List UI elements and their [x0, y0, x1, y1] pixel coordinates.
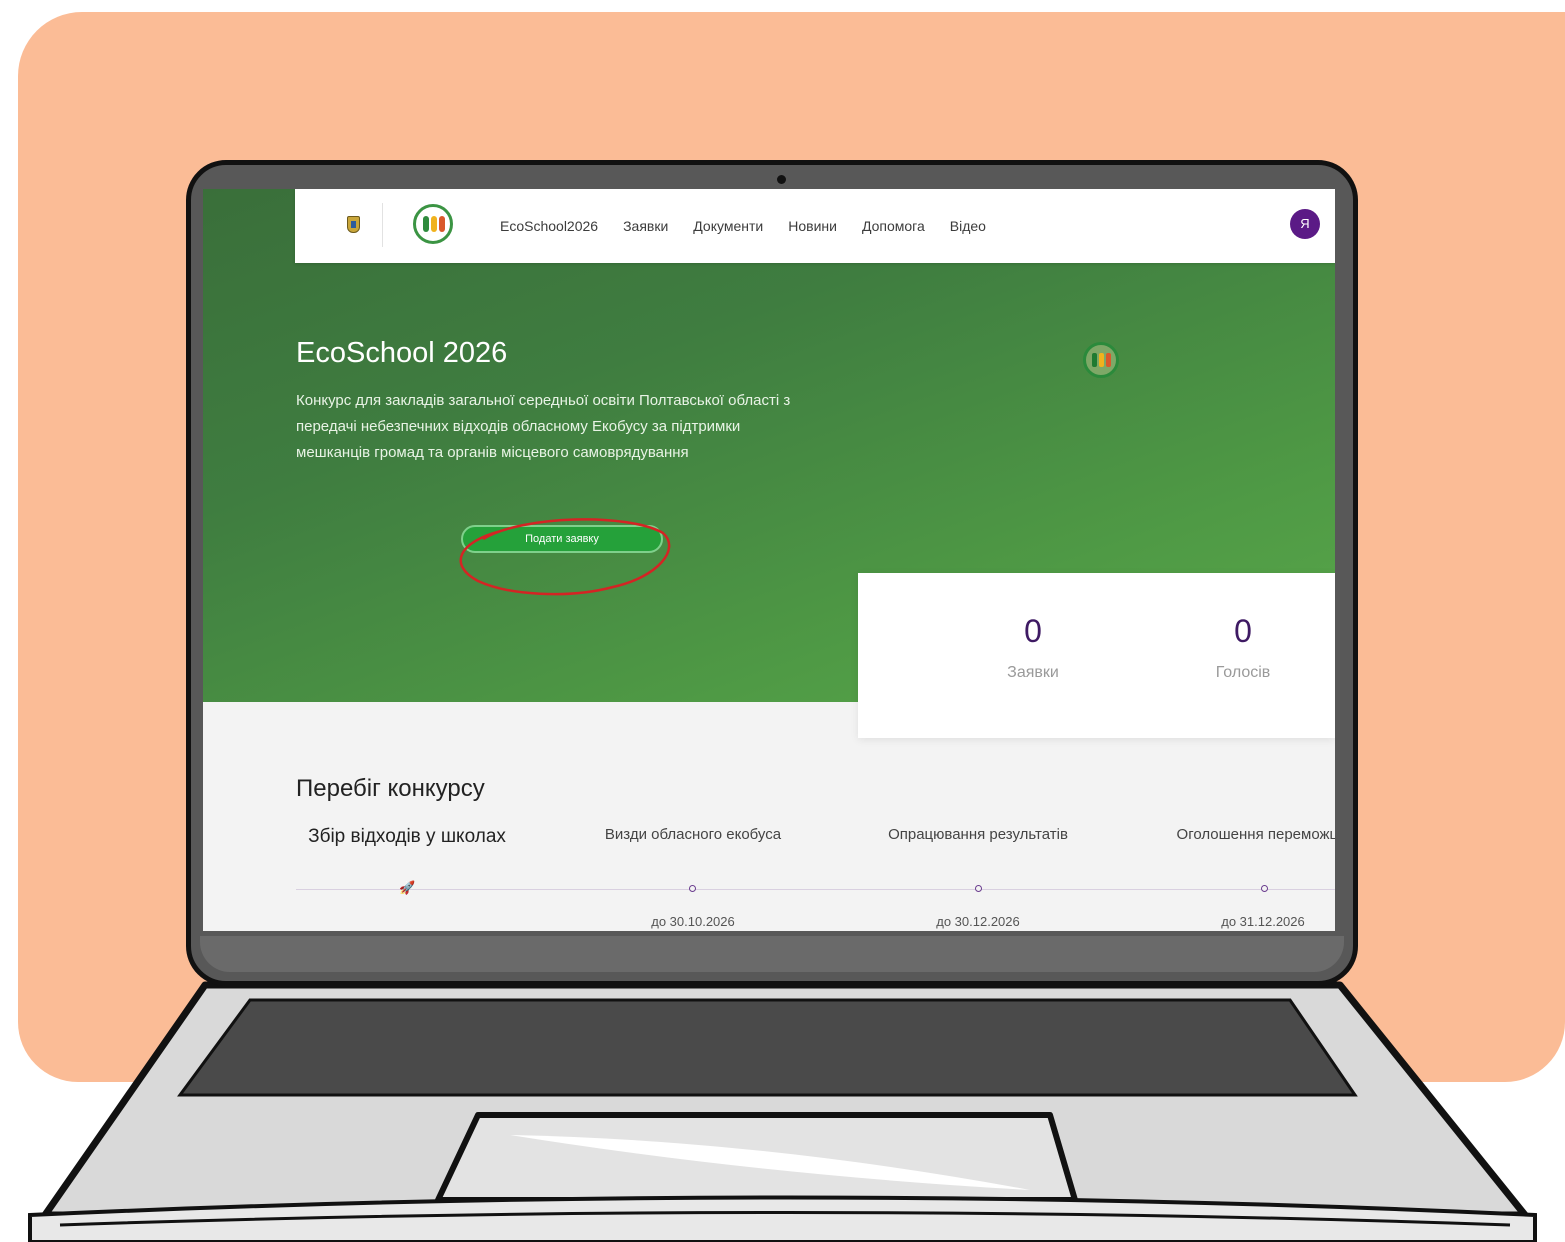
nav-divider [382, 203, 383, 247]
nav-link-news[interactable]: Новини [788, 218, 837, 234]
stat-votes-label: Голосів [1215, 664, 1271, 681]
timeline-dot-icon [1261, 885, 1268, 892]
stat-applications: 0 Заявки [958, 613, 1108, 682]
stage-date: до 30.10.2026 [651, 914, 735, 929]
nav-links: EcoSchool2026 Заявки Документи Новини До… [500, 189, 1011, 263]
hero-description: Конкурс для закладів загальної середньої… [296, 392, 791, 461]
top-navbar: EcoSchool2026 Заявки Документи Новини До… [295, 189, 1335, 263]
stage-winners-announcement: Оголошення переможців [1158, 825, 1335, 845]
stat-applications-value: 0 [1024, 613, 1042, 649]
user-avatar-icon[interactable]: Я [1290, 209, 1320, 239]
timeline-line [296, 889, 1335, 890]
stat-applications-label: Заявки [1007, 664, 1059, 681]
laptop-screen: EcoSchool2026 Заявки Документи Новини До… [203, 189, 1335, 931]
stage-date: до 30.12.2026 [936, 914, 1020, 929]
nav-link-help[interactable]: Допомога [862, 218, 925, 234]
stat-votes: 0 Голосів [1168, 613, 1318, 682]
stage-label: Збір відходів у школах [308, 826, 506, 847]
ecoschool-logo-icon[interactable] [413, 204, 453, 244]
contest-progress-title: Перебіг конкурсу [296, 775, 485, 802]
oblast-crest-icon[interactable] [347, 216, 360, 233]
timeline-dot-icon [975, 885, 982, 892]
nav-link-documents[interactable]: Документи [693, 218, 763, 234]
nav-link-ecoschool2026[interactable]: EcoSchool2026 [500, 218, 598, 234]
stat-votes-value: 0 [1234, 613, 1252, 649]
stage-waste-collection: Збір відходів у школах [302, 825, 512, 848]
red-annotation-circle [459, 518, 671, 596]
nav-link-video[interactable]: Відео [950, 218, 986, 234]
rocket-icon: 🚀 [399, 880, 416, 895]
stage-ecobus-trips: Визди обласного екобуса [588, 825, 798, 845]
webcam-icon [777, 175, 786, 184]
hero-ecoschool-logo-icon [1083, 342, 1119, 378]
stage-label: Опрацювання результатів [888, 826, 1068, 843]
nav-link-applications[interactable]: Заявки [623, 218, 668, 234]
hero-title: EcoSchool 2026 [296, 337, 508, 369]
stage-label: Оголошення переможців [1176, 826, 1335, 843]
stage-date: до 31.12.2026 [1221, 914, 1305, 929]
timeline-dot-icon [689, 885, 696, 892]
stage-label: Визди обласного екобуса [604, 826, 782, 843]
stats-card: 0 Заявки 0 Голосів [858, 573, 1335, 738]
laptop-bezel-bottom [200, 936, 1344, 972]
stage-processing-results: Опрацювання результатів [873, 825, 1083, 845]
